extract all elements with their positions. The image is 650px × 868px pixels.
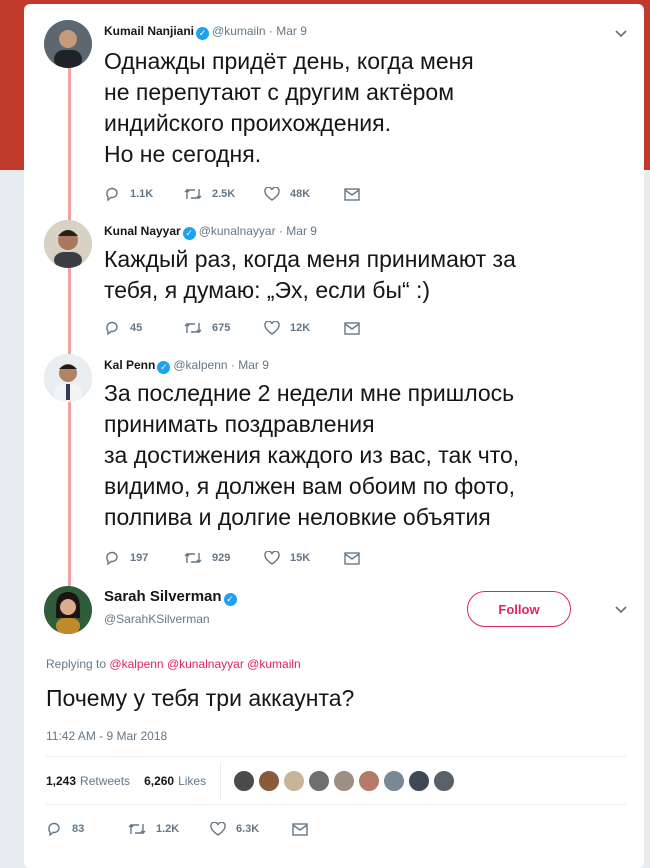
retweet-icon <box>184 553 202 563</box>
avatar[interactable] <box>44 354 92 402</box>
follow-button[interactable]: Follow <box>467 591 571 627</box>
reply-count: 45 <box>130 322 143 334</box>
heart-icon <box>264 321 280 335</box>
reply-button[interactable]: 1.1K <box>104 186 184 202</box>
retweet-icon <box>128 824 146 834</box>
direct-message-button[interactable] <box>344 551 374 565</box>
like-count: 15K <box>290 552 311 564</box>
author-name[interactable]: Sarah Silverman ✓ <box>104 588 240 606</box>
retweets-label[interactable]: Retweets <box>80 774 130 788</box>
author-name[interactable]: Kal Penn <box>104 358 155 372</box>
author-handle[interactable]: @kumailn <box>212 24 266 38</box>
replying-to: Replying to @kalpenn @kunalnayyar @kumai… <box>46 657 301 671</box>
retweet-icon <box>184 189 202 199</box>
likes-label[interactable]: Likes <box>178 774 206 788</box>
author-handle[interactable]: @kalpenn <box>173 358 227 372</box>
liker-avatar[interactable] <box>433 770 456 792</box>
direct-message-button[interactable] <box>344 321 374 335</box>
reply-count: 197 <box>130 552 149 564</box>
like-count: 12K <box>290 322 311 334</box>
chevron-down-icon[interactable] <box>614 26 628 40</box>
direct-message-button[interactable] <box>292 822 374 836</box>
tweet-date[interactable]: · Mar 9 <box>269 24 307 38</box>
verified-badge-icon: ✓ <box>182 227 196 240</box>
tweet-text: Однажды придёт день, когда меня не переп… <box>104 48 474 167</box>
tweet-timestamp[interactable]: 11:42 AM - 9 Mar 2018 <box>46 729 167 743</box>
chevron-down-icon[interactable] <box>614 602 628 616</box>
divider <box>220 762 222 800</box>
author-name[interactable]: Kumail Nanjiani <box>104 24 194 38</box>
verified-badge-icon: ✓ <box>223 593 237 606</box>
retweet-count: 1.2K <box>156 823 180 835</box>
liker-avatar[interactable] <box>308 770 331 792</box>
author-handle[interactable]: @kunalnayyar <box>199 224 276 238</box>
liker-avatar[interactable] <box>358 770 381 792</box>
liker-avatars <box>233 770 458 792</box>
replying-prefix: Replying to <box>46 657 107 671</box>
envelope-icon <box>344 321 360 335</box>
like-count: 48K <box>290 188 311 200</box>
like-count: 6.3K <box>236 823 260 835</box>
reply-icon <box>106 551 118 566</box>
tweet-thread-card: Kumail Nanjiani ✓ @kumailn · Mar 9 Однажды… <box>24 4 644 868</box>
liker-avatar[interactable] <box>408 770 431 792</box>
liker-avatar[interactable] <box>258 770 281 792</box>
envelope-icon <box>344 551 360 565</box>
author-name-text: Sarah Silverman <box>104 588 222 605</box>
reply-count: 83 <box>72 823 85 835</box>
reply-icon <box>48 822 60 837</box>
verified-badge-icon: ✓ <box>196 27 210 40</box>
heart-icon <box>264 551 280 565</box>
like-button[interactable]: 6.3K <box>210 822 292 836</box>
liker-avatar[interactable] <box>333 770 356 792</box>
tweet-date[interactable]: · Mar 9 <box>279 224 317 238</box>
likes-count[interactable]: 6,260 <box>144 774 174 788</box>
reply-button[interactable]: 197 <box>104 550 184 566</box>
envelope-icon <box>292 822 308 836</box>
retweet-button[interactable]: 2.5K <box>184 187 264 201</box>
heart-icon <box>264 187 280 201</box>
retweet-count: 675 <box>212 322 231 334</box>
envelope-icon <box>344 187 360 201</box>
retweet-icon <box>184 323 202 333</box>
author-name[interactable]: Kunal Nayyar <box>104 224 181 238</box>
thread-connector-line <box>68 56 71 596</box>
heart-icon <box>210 822 226 836</box>
like-button[interactable]: 15K <box>264 551 344 565</box>
retweet-button[interactable]: 929 <box>184 551 264 565</box>
liker-avatar[interactable] <box>233 770 256 792</box>
tweet-date[interactable]: · Mar 9 <box>231 358 269 372</box>
liker-avatar[interactable] <box>283 770 306 792</box>
retweet-button[interactable]: 1.2K <box>128 822 210 836</box>
retweet-count: 929 <box>212 552 231 564</box>
reply-icon <box>106 321 118 336</box>
engagement-stats: 1,243 Retweets 6,260 Likes <box>46 762 458 800</box>
main-tweet-text: Почему у тебя три аккаунта? <box>46 685 355 711</box>
direct-message-button[interactable] <box>344 187 374 201</box>
avatar[interactable] <box>44 20 92 68</box>
avatar[interactable] <box>44 220 92 268</box>
reply-button[interactable]: 45 <box>104 320 184 336</box>
divider <box>46 756 626 757</box>
retweets-count[interactable]: 1,243 <box>46 774 76 788</box>
liker-avatar[interactable] <box>383 770 406 792</box>
like-button[interactable]: 12K <box>264 321 344 335</box>
retweet-button[interactable]: 675 <box>184 321 264 335</box>
verified-badge-icon: ✓ <box>157 361 171 374</box>
divider <box>46 804 626 805</box>
author-handle[interactable]: @SarahKSilverman <box>104 612 210 626</box>
retweet-count: 2.5K <box>212 188 236 200</box>
like-button[interactable]: 48K <box>264 187 344 201</box>
reply-count: 1.1K <box>130 188 154 200</box>
replying-to-handles[interactable]: @kalpenn @kunalnayyar @kumailn <box>109 657 300 671</box>
reply-icon <box>106 187 118 202</box>
reply-button[interactable]: 83 <box>46 821 128 837</box>
tweet-text: За последние 2 недели мне пришлось прини… <box>104 380 520 530</box>
tweet-text: Каждый раз, когда меня принимают за тебя… <box>104 246 516 303</box>
avatar[interactable] <box>44 586 92 634</box>
